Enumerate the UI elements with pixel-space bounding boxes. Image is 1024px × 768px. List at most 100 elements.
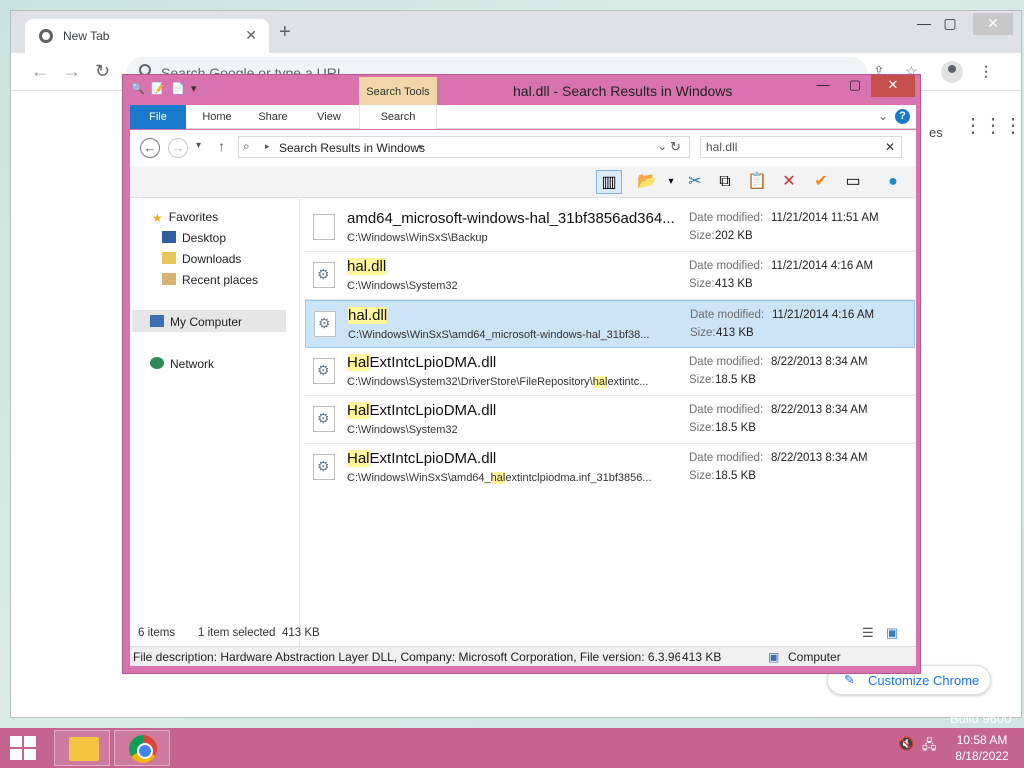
nav-downloads-label: Downloads (182, 252, 242, 266)
taskbar-file-explorer[interactable] (54, 730, 110, 766)
address-text: Search Results in Windows (279, 141, 426, 155)
dll-file-icon (313, 454, 335, 480)
clear-search-icon[interactable]: ✕ (885, 140, 895, 154)
up-arrow-icon[interactable]: ↑ (218, 138, 225, 154)
search-box[interactable]: ✕ (700, 136, 902, 158)
start-button[interactable] (10, 736, 38, 762)
size-value: 18.5 KB (715, 374, 756, 386)
explorer-title-bar: 🔍 📝 📄 ▾ Search Tools hal.dll - Search Re… (123, 75, 920, 107)
nav-recent-places[interactable]: Recent places (162, 273, 258, 287)
customize-chrome-label: Customize Chrome (868, 673, 980, 688)
new-folder-icon[interactable]: 📄 (171, 81, 185, 97)
large-icons-view-icon[interactable]: ▣ (886, 625, 898, 641)
list-item-selected[interactable]: hal.dll C:\Windows\WinSxS\amd64_microsof… (305, 300, 915, 348)
chrome-close-button[interactable]: ✕ (973, 13, 1013, 35)
back-button[interactable]: ← (140, 138, 160, 158)
preview-pane-icon[interactable]: ▥ (596, 170, 622, 194)
command-toolbar: ▥ 📂 ▾ ✂ ⧉ 📋 ✕ ✔ ▭ ● (130, 166, 916, 198)
windows-logo-icon (24, 749, 36, 760)
date-modified-label: Date modified: (690, 309, 765, 321)
details-size: 413 KB (680, 650, 722, 664)
tab-title: New Tab (63, 29, 110, 43)
nav-downloads[interactable]: Downloads (162, 252, 241, 266)
date-modified-value: 11/21/2014 11:51 AM (771, 212, 879, 224)
file-name-rest: ExtIntcLpioDMA.dll (369, 402, 497, 419)
ntp-link-text[interactable]: es (929, 125, 943, 140)
breadcrumb-arrow-icon[interactable]: ▸ (419, 141, 424, 152)
explorer-close-button[interactable]: ✕ (871, 75, 915, 97)
recent-places-icon (162, 273, 176, 285)
network-tray-icon[interactable]: 🖧 (922, 736, 937, 758)
clock[interactable]: 10:58 AM 8/18/2022 (950, 732, 1014, 764)
globe-icon[interactable]: ● (880, 170, 906, 194)
options-dropdown-icon[interactable]: ▾ (658, 170, 684, 194)
tab-search[interactable]: Search (359, 105, 437, 129)
address-bar[interactable]: ⌕ ▸ Search Results in Windows ▸ ⌄ (238, 136, 690, 158)
file-name-match: Hal (347, 402, 370, 419)
details-view-icon[interactable]: ☰ (862, 625, 874, 641)
details-computer-icon: ▣ (768, 650, 780, 664)
back-arrow-icon[interactable]: ← (31, 61, 49, 81)
star-icon: ★ (152, 211, 163, 225)
rename-icon[interactable]: ▭ (840, 170, 866, 194)
profile-avatar[interactable] (941, 61, 963, 83)
size-value: 18.5 KB (715, 422, 756, 434)
list-item[interactable]: HalExtIntcLpioDMA.dll C:\Windows\WinSxS\… (305, 444, 915, 492)
file-name-match: Hal (347, 354, 370, 371)
nav-favorites[interactable]: ★ Favorites (152, 210, 218, 225)
refresh-icon[interactable]: ↻ (670, 139, 681, 155)
taskbar-chrome[interactable] (114, 730, 170, 766)
search-input[interactable] (706, 140, 876, 154)
list-item[interactable]: hal.dll C:\Windows\System32 Date modifie… (305, 252, 915, 300)
file-path-match: hal (490, 472, 506, 484)
tab-close-icon[interactable]: ✕ (245, 27, 257, 44)
windows-logo-icon (10, 749, 22, 760)
file-path-match: hal (592, 376, 608, 388)
list-item[interactable]: HalExtIntcLpioDMA.dll C:\Windows\System3… (305, 348, 915, 396)
more-menu-icon[interactable]: ⋮ (979, 63, 993, 80)
selection-count: 1 item selected (198, 627, 276, 639)
tab-file[interactable]: File (130, 105, 186, 129)
cut-icon[interactable]: ✂ (682, 170, 708, 194)
nav-network[interactable]: Network (150, 357, 214, 371)
nav-desktop[interactable]: Desktop (162, 231, 226, 245)
search-tools-context-tab: Search Tools (359, 77, 437, 107)
new-tab-button[interactable]: + (279, 22, 291, 42)
copy-icon[interactable]: ⧉ (712, 170, 738, 194)
date-modified-label: Date modified: (689, 404, 764, 416)
list-item[interactable]: HalExtIntcLpioDMA.dll C:\Windows\System3… (305, 396, 915, 444)
reload-icon[interactable]: ↻ (95, 61, 110, 81)
nav-my-computer[interactable]: My Computer (150, 315, 242, 329)
tab-home[interactable]: Home (192, 105, 242, 129)
recent-locations-icon[interactable]: ▾ (196, 140, 201, 151)
tab-view[interactable]: View (304, 105, 354, 129)
date-modified-value: 11/21/2014 4:16 AM (772, 309, 875, 321)
properties-icon[interactable]: 📝 (151, 81, 165, 97)
ribbon-collapse-icon[interactable]: ⌄ (878, 109, 888, 123)
file-name: HalExtIntcLpioDMA.dll (347, 450, 496, 467)
folder-options-icon[interactable]: 📂 (634, 170, 660, 194)
search-magnifier-icon[interactable]: 🔍 (131, 81, 145, 97)
forward-arrow-icon[interactable]: → (63, 61, 81, 81)
explorer-minimize-button[interactable]: — (809, 75, 837, 97)
file-name: amd64_microsoft-windows-hal_31bf3856ad36… (347, 210, 675, 227)
file-name-rest: ExtIntcLpioDMA.dll (369, 450, 497, 467)
volume-muted-icon[interactable]: 🔇 (898, 736, 914, 752)
tab-new-tab[interactable]: New Tab ✕ (25, 19, 269, 53)
chrome-maximize-button[interactable]: ▢ (933, 13, 967, 35)
file-name-match: Hal (347, 450, 370, 467)
checkmark-icon[interactable]: ✔ (808, 170, 834, 194)
address-dropdown-icon[interactable]: ⌄ (658, 140, 667, 153)
explorer-maximize-button[interactable]: ▢ (841, 75, 869, 97)
delete-icon[interactable]: ✕ (776, 170, 802, 194)
help-icon[interactable]: ? (895, 109, 910, 124)
list-item[interactable]: amd64_microsoft-windows-hal_31bf3856ad36… (305, 204, 915, 252)
paste-icon[interactable]: 📋 (744, 170, 770, 194)
tab-share[interactable]: Share (248, 105, 298, 129)
forward-button[interactable]: → (168, 138, 188, 158)
details-bar: File description: Hardware Abstraction L… (130, 646, 916, 666)
apps-grid-icon[interactable]: ⋮⋮⋮ (963, 113, 1023, 138)
file-path: C:\Windows\WinSxS\Backup (347, 232, 488, 244)
qat-dropdown-icon[interactable]: ▾ (191, 81, 205, 97)
file-description: File description: Hardware Abstraction L… (133, 650, 688, 664)
